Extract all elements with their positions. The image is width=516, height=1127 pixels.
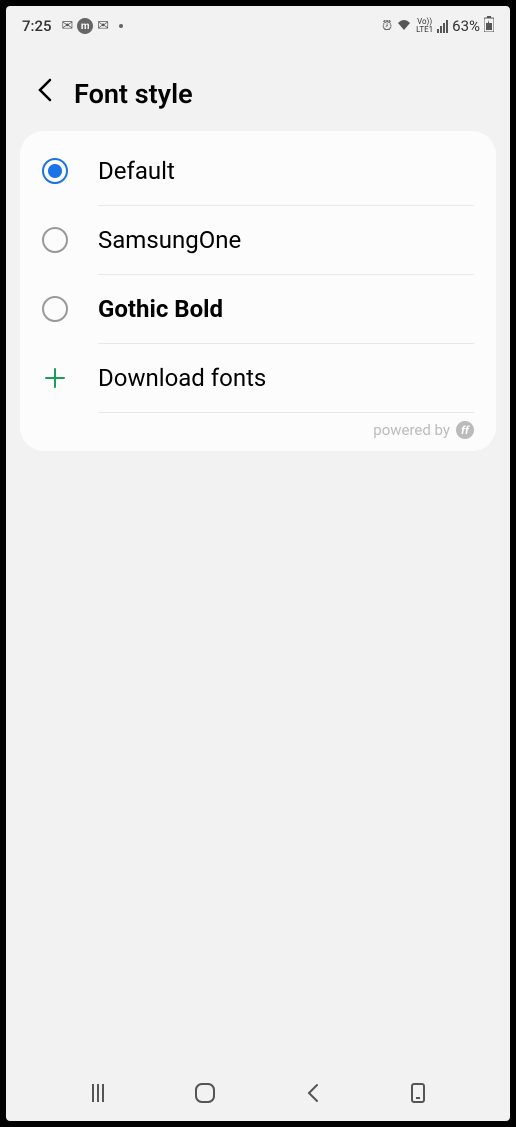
option-label: Default [98, 157, 175, 185]
radio-unselected[interactable] [42, 227, 68, 253]
powered-by-text: powered by [373, 421, 450, 439]
option-label: SamsungOne [98, 226, 241, 254]
m-icon: m [77, 18, 93, 34]
radio-unselected[interactable] [42, 296, 68, 322]
status-bar: 7:25 ✉︎ m ✉ ⏰︎ Vo)) LTE1 63% [6, 6, 510, 46]
font-option-default[interactable]: Default [20, 137, 496, 205]
more-notifications-dot [119, 24, 123, 28]
back-button[interactable] [36, 76, 54, 111]
nav-back-button[interactable] [306, 1082, 320, 1104]
wifi-icon [396, 18, 412, 34]
battery-icon [484, 16, 494, 36]
radio-selected[interactable] [42, 158, 68, 184]
status-right: ⏰︎ Vo)) LTE1 63% [382, 16, 494, 36]
recents-button[interactable] [92, 1084, 104, 1102]
voicemail-icon: ✉︎ [62, 18, 74, 34]
download-label: Download fonts [98, 364, 266, 392]
mail-icon: ✉ [97, 18, 109, 34]
navigation-bar [6, 1065, 510, 1121]
flipfont-icon: ff [456, 421, 474, 439]
font-options-card: Default SamsungOne Gothic Bold Download … [20, 131, 496, 451]
alarm-icon: ⏰︎ [382, 19, 392, 34]
volte-indicator: Vo)) LTE1 [416, 18, 433, 34]
page-header: Font style [6, 46, 510, 131]
plus-icon [42, 365, 68, 391]
nav-extra-button[interactable] [411, 1083, 425, 1103]
battery-percent: 63% [452, 17, 480, 35]
page-title: Font style [74, 78, 193, 110]
font-option-gothic-bold[interactable]: Gothic Bold [20, 275, 496, 343]
download-fonts-row[interactable]: Download fonts [20, 344, 496, 412]
home-button[interactable] [195, 1083, 215, 1103]
signal-icon [437, 20, 448, 33]
powered-by-footer: powered by ff [20, 413, 496, 443]
font-option-samsungone[interactable]: SamsungOne [20, 206, 496, 274]
status-time: 7:25 [22, 17, 52, 35]
status-left: 7:25 ✉︎ m ✉ [22, 17, 123, 35]
option-label: Gothic Bold [98, 295, 223, 323]
